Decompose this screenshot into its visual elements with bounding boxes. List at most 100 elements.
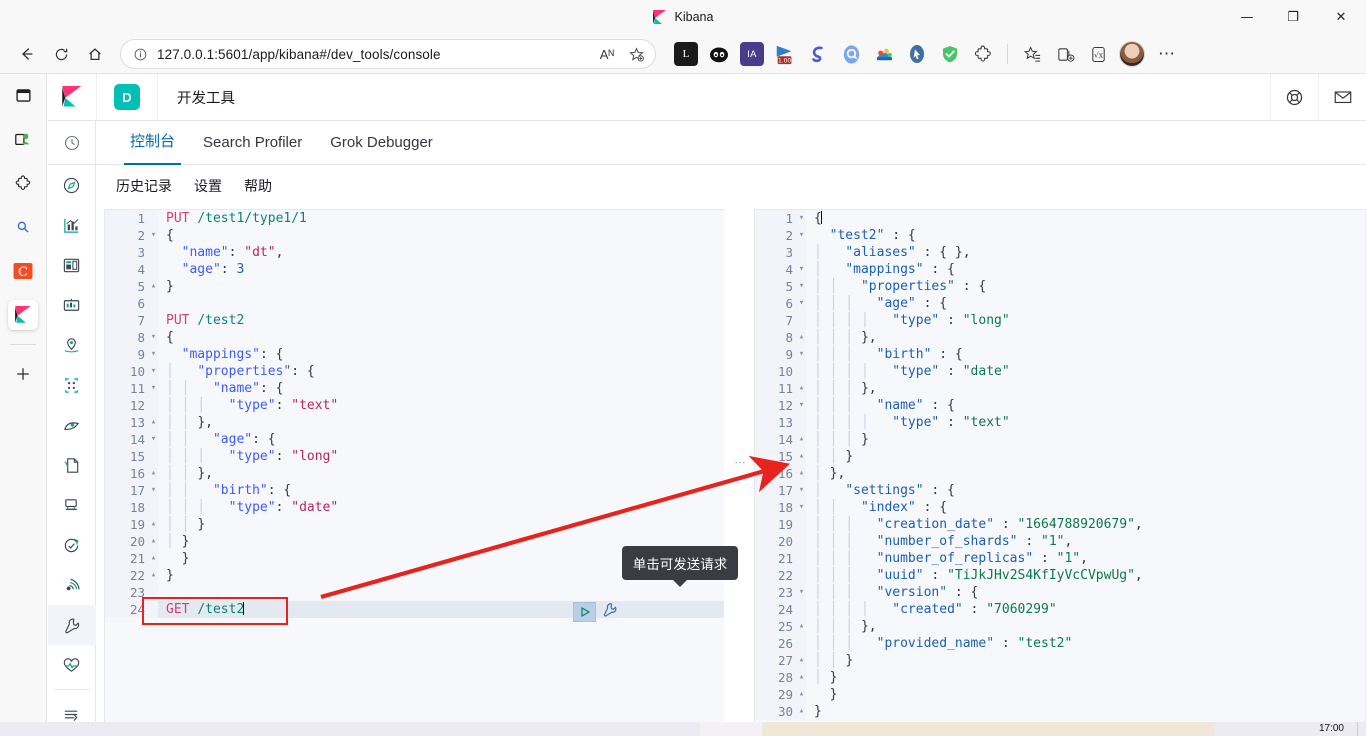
code-line[interactable]: 18 │ │ │ "type": "date" xyxy=(105,499,724,516)
code-line[interactable]: 5 ▴} xyxy=(105,278,724,295)
code-line[interactable]: 11 ▾ │ │ "name": { xyxy=(105,380,724,397)
fold-toggle-icon[interactable]: ▾ xyxy=(797,295,806,312)
fold-toggle-icon[interactable] xyxy=(797,414,806,431)
code-line[interactable]: 3 "name": "dt", xyxy=(105,244,724,261)
address-bar[interactable]: 127.0.0.1:5601/app/kibana#/dev_tools/con… xyxy=(120,39,656,69)
code-line[interactable]: 15 │ │ │ "type": "long" xyxy=(105,448,724,465)
code-line[interactable]: 6 ▾ │ │ │ "age" : { xyxy=(755,295,1365,312)
sidebar-toggle-icon[interactable] xyxy=(8,80,38,110)
fold-toggle-icon[interactable]: ▴ xyxy=(797,329,806,346)
play-send-request-icon[interactable] xyxy=(573,602,596,622)
breadcrumb[interactable]: 开发工具 xyxy=(177,87,235,108)
code-line[interactable]: 9 ▾ "mappings": { xyxy=(105,346,724,363)
fold-toggle-icon[interactable]: ▾ xyxy=(797,227,806,244)
tab-console[interactable]: 控制台 xyxy=(116,130,189,165)
fold-toggle-icon[interactable]: ▴ xyxy=(797,448,806,465)
nav-item-graph[interactable] xyxy=(48,405,96,445)
code-line[interactable]: 28 ▴ │ } xyxy=(755,669,1365,686)
tab-grok-debugger[interactable]: Grok Debugger xyxy=(316,134,447,164)
fold-toggle-icon[interactable] xyxy=(797,312,806,329)
copilot-icon[interactable]: C xyxy=(8,256,38,286)
code-line[interactable]: 12 ▾ │ │ │ "name" : { xyxy=(755,397,1365,414)
code-line[interactable]: 9 ▾ │ │ │ "birth" : { xyxy=(755,346,1365,363)
fold-toggle-icon[interactable]: ▴ xyxy=(149,516,158,533)
ext-search-icon[interactable] xyxy=(839,42,863,66)
fold-toggle-icon[interactable]: ▾ xyxy=(797,210,806,227)
wrench-options-icon[interactable] xyxy=(601,601,618,623)
ext-panda-icon[interactable] xyxy=(707,42,731,66)
code-line[interactable]: 24 GET /test2 xyxy=(105,601,724,618)
nav-item-visualize[interactable] xyxy=(48,205,96,245)
fold-toggle-icon[interactable] xyxy=(797,550,806,567)
fold-toggle-icon[interactable]: ▴ xyxy=(797,652,806,669)
response-editor[interactable]: 1 ▾{2 ▾ "test2" : {3 │ "aliases" : { }, 4 ▾ │ … xyxy=(754,209,1366,728)
code-line[interactable]: 29 ▴ } xyxy=(755,686,1365,703)
ext-lastpass-icon[interactable]: L xyxy=(674,42,698,66)
code-line[interactable]: 12 │ │ │ "type": "text" xyxy=(105,397,724,414)
add-favorite-icon[interactable] xyxy=(628,46,645,63)
nav-item-dashboard[interactable] xyxy=(48,245,96,285)
code-line[interactable]: 23 ▾ │ │ │ "version" : { xyxy=(755,584,1365,601)
fold-toggle-icon[interactable] xyxy=(149,397,158,414)
nav-item-monitoring[interactable] xyxy=(48,645,96,685)
split-screen-icon[interactable] xyxy=(1053,42,1077,66)
code-line[interactable]: 10 ▾ │ "properties": { xyxy=(105,363,724,380)
code-line[interactable]: 19 │ │ │ "creation_date" : "1664788920679… xyxy=(755,516,1365,533)
code-line[interactable]: 26 │ │ │ "provided_name" : "test2" xyxy=(755,635,1365,652)
back-button[interactable] xyxy=(10,38,44,70)
extensions-icon[interactable] xyxy=(8,168,38,198)
code-line[interactable]: 4 ▾ │ "mappings" : { xyxy=(755,261,1365,278)
fold-toggle-icon[interactable]: ▾ xyxy=(149,380,158,397)
fold-toggle-icon[interactable] xyxy=(149,244,158,261)
code-line[interactable]: 18 ▾ │ │ "index" : { xyxy=(755,499,1365,516)
fold-toggle-icon[interactable] xyxy=(149,210,158,227)
code-line[interactable]: 25 ▴ │ │ │ }, xyxy=(755,618,1365,635)
fold-toggle-icon[interactable]: ▾ xyxy=(149,363,158,380)
code-line[interactable]: 14 ▾ │ │ "age": { xyxy=(105,431,724,448)
nav-item-maps[interactable] xyxy=(48,325,96,365)
fold-toggle-icon[interactable]: ▾ xyxy=(149,346,158,363)
fold-toggle-icon[interactable] xyxy=(797,516,806,533)
settings-button[interactable]: 设置 xyxy=(194,176,222,196)
code-line[interactable]: 4 "age": 3 xyxy=(105,261,724,278)
profile-avatar[interactable] xyxy=(1119,41,1145,67)
code-line[interactable]: 3 │ "aliases" : { }, xyxy=(755,244,1365,261)
code-line[interactable]: 27 ▴ │ │ } xyxy=(755,652,1365,669)
fold-toggle-icon[interactable] xyxy=(797,601,806,618)
ext-pointer-icon[interactable] xyxy=(905,42,929,66)
fold-toggle-icon[interactable]: ▾ xyxy=(149,329,158,346)
fold-toggle-icon[interactable]: ▴ xyxy=(797,431,806,448)
fold-toggle-icon[interactable]: ▴ xyxy=(149,278,158,295)
code-line[interactable]: 7 │ │ │ │ "type" : "long" xyxy=(755,312,1365,329)
history-button[interactable]: 历史记录 xyxy=(116,176,172,196)
fold-toggle-icon[interactable]: ▴ xyxy=(149,465,158,482)
add-tab-icon[interactable] xyxy=(8,359,38,389)
ext-colorpick-icon[interactable] xyxy=(872,42,896,66)
tab-search-profiler[interactable]: Search Profiler xyxy=(189,134,316,164)
kibana-home-logo[interactable] xyxy=(48,86,96,108)
fold-toggle-icon[interactable]: ▾ xyxy=(797,482,806,499)
fold-toggle-icon[interactable] xyxy=(149,601,158,618)
fold-toggle-icon[interactable]: ▴ xyxy=(797,669,806,686)
space-avatar[interactable]: D xyxy=(114,84,140,110)
fold-toggle-icon[interactable]: ▴ xyxy=(149,533,158,550)
code-line[interactable]: 8 ▾ { xyxy=(105,329,724,346)
code-line[interactable]: 24 │ │ │ │ "created" : "7060299" xyxy=(755,601,1365,618)
code-line[interactable]: 2 ▾ "test2" : { xyxy=(755,227,1365,244)
code-line[interactable]: 22 │ │ │ "uuid" : "TiJkJHv2S4KfIyVcCVpwUg… xyxy=(755,567,1365,584)
recently-viewed-clock-icon[interactable] xyxy=(47,121,96,165)
fold-toggle-icon[interactable] xyxy=(797,244,806,261)
code-line[interactable]: 19 ▴ │ │ } xyxy=(105,516,724,533)
fold-toggle-icon[interactable] xyxy=(149,312,158,329)
fold-toggle-icon[interactable] xyxy=(149,295,158,312)
fold-toggle-icon[interactable] xyxy=(149,584,158,601)
panel-resize-grip-icon[interactable]: ⋮ xyxy=(734,457,746,468)
fold-toggle-icon[interactable] xyxy=(149,448,158,465)
ext-grammar-icon[interactable] xyxy=(806,42,830,66)
nav-item-canvas[interactable] xyxy=(48,285,96,325)
ext-ia-icon[interactable]: IA xyxy=(740,42,764,66)
code-line[interactable]: 13 │ │ │ │ "type" : "text" xyxy=(755,414,1365,431)
fold-toggle-icon[interactable]: ▾ xyxy=(149,431,158,448)
code-line[interactable]: 13 ▴ │ │ }, xyxy=(105,414,724,431)
minimize-button[interactable]: — xyxy=(1224,0,1270,34)
